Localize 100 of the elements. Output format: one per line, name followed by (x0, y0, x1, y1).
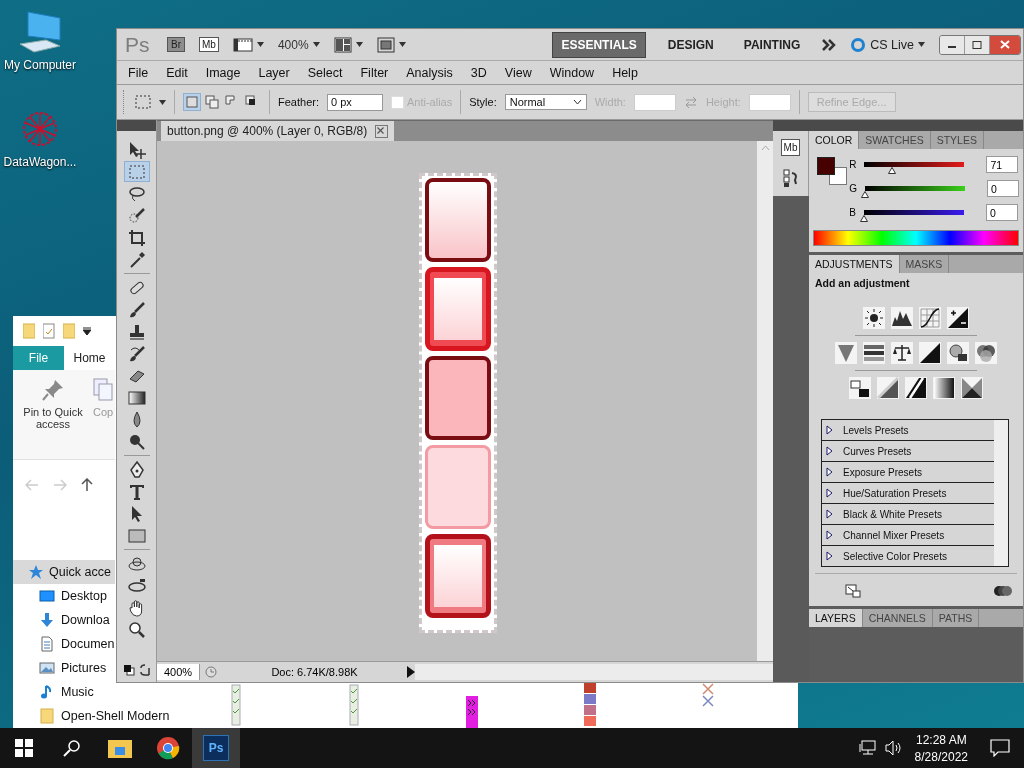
menu-item[interactable]: Edit (157, 65, 197, 80)
desktop-icon (39, 588, 55, 604)
panel-tab[interactable]: LAYERS (809, 609, 863, 627)
menu-item[interactable]: 3D (461, 65, 496, 80)
caret-icon (256, 42, 264, 47)
preset-list-item[interactable]: Curves Presets (822, 441, 994, 462)
workspace-button[interactable]: ESSENTIALS (552, 31, 646, 58)
ribbon-button-label[interactable]: Pin to Quick access (19, 406, 87, 430)
bridge-button[interactable]: Br (167, 37, 185, 52)
navigation-item[interactable]: Pictures (13, 656, 115, 680)
maximize-button[interactable] (965, 35, 990, 54)
mini-bridge-panel-button[interactable]: Mb (780, 139, 801, 156)
feather-field[interactable]: 0 px (326, 93, 383, 111)
brightness-icon[interactable] (863, 307, 885, 329)
slider-thumb[interactable] (859, 215, 868, 222)
navigation-item[interactable]: Music (13, 680, 115, 704)
gradient-map-icon[interactable] (933, 377, 955, 399)
clock[interactable]: 12:28 AM 8/28/2022 (914, 732, 968, 764)
close-button[interactable] (990, 35, 1020, 54)
panel-tab[interactable]: COLOR (809, 131, 860, 149)
list-scrollbar[interactable] (994, 420, 1008, 566)
menu-item[interactable]: File (119, 65, 158, 80)
desktop-icon-label[interactable]: My Computer (4, 58, 76, 72)
vibrance-icon[interactable] (835, 342, 857, 364)
zoom-field[interactable]: 400% (157, 664, 200, 680)
network-icon (858, 740, 877, 756)
navigation-item[interactable]: Open-Shell Modern (13, 704, 170, 728)
hue-bars-icon[interactable] (863, 342, 885, 364)
history-panel-icon (781, 168, 800, 188)
workspace-button[interactable]: DESIGN (659, 32, 722, 57)
close-tab-button[interactable] (375, 124, 389, 138)
expand-triangle-icon (826, 467, 833, 477)
preset-list-item[interactable]: Black & White Presets (822, 504, 994, 525)
caret-icon (355, 42, 363, 47)
photoshop-taskbar-button[interactable]: Ps (192, 728, 240, 768)
color-swatch-strip-icon (584, 683, 596, 728)
navigation-item[interactable]: Documen (13, 632, 115, 656)
histogram-icon[interactable] (891, 307, 913, 329)
style-dropdown[interactable]: Normal (504, 94, 587, 110)
menu-item[interactable]: Window (540, 65, 604, 80)
expand-view-icon (845, 584, 861, 598)
expand-triangle-icon (826, 551, 833, 561)
menu-item[interactable]: Image (196, 65, 250, 80)
preset-list-item[interactable]: Levels Presets (822, 420, 994, 441)
panel-tab[interactable]: ADJUSTMENTS (809, 255, 900, 273)
folder-icon (39, 708, 55, 724)
app-logo: Ps (125, 32, 151, 57)
horizontal-scrollbar[interactable] (415, 664, 773, 680)
navigation-item[interactable]: Downloa (13, 608, 115, 632)
marquee-icon (135, 95, 151, 109)
default-colors-icon (122, 664, 135, 676)
date-text: 8/28/2022 (914, 749, 968, 764)
cs-live-menu[interactable]: CS Live (850, 36, 925, 53)
color-spectrum-bar[interactable] (813, 230, 1019, 246)
panel-tab[interactable]: PATHS (932, 609, 980, 627)
menu-item[interactable]: Layer (249, 65, 299, 80)
slider-thumb[interactable] (861, 191, 869, 198)
search-icon (63, 739, 81, 757)
navigation-item[interactable]: Desktop (13, 584, 115, 608)
maximize-icon (972, 40, 982, 49)
menu-item[interactable]: Select (298, 65, 352, 80)
posterize-icon[interactable] (877, 377, 899, 399)
slider-thumb[interactable] (888, 167, 897, 174)
menu-item[interactable]: View (495, 65, 541, 80)
balance-scale-icon[interactable] (891, 342, 913, 364)
zoom-level-menu[interactable]: 400% (277, 37, 320, 52)
channel-mixer-icon[interactable] (975, 342, 997, 364)
workspace-button[interactable]: PAINTING (735, 32, 809, 57)
style-label: Style: (469, 96, 497, 108)
navigation-item[interactable]: Quick acce (13, 560, 115, 584)
ribbon-tab[interactable]: Home (64, 346, 115, 370)
clip-layers-icon (993, 584, 1013, 598)
exposure-icon[interactable] (947, 307, 969, 329)
invert-icon[interactable] (849, 377, 871, 399)
windows-logo-icon (15, 739, 33, 757)
menu-item[interactable]: Analysis (397, 65, 462, 80)
preset-list-item[interactable]: Exposure Presets (822, 462, 994, 483)
channel-value-field[interactable]: 0 (987, 180, 1019, 197)
preset-list-item[interactable]: Selective Color Presets (822, 546, 994, 566)
mini-bridge-button[interactable]: Mb (199, 37, 219, 52)
checkbox-strip-icon (231, 683, 241, 728)
menu-item[interactable]: Help (603, 65, 647, 80)
preset-list-item[interactable]: Hue/Saturation Presets (822, 483, 994, 504)
width-field[interactable] (633, 93, 676, 111)
height-field[interactable] (748, 93, 791, 111)
document-tab[interactable]: button.png @ 400% (Layer 0, RGB/8) (161, 121, 395, 141)
selective-color-icon[interactable] (961, 377, 983, 399)
camera-filter-icon[interactable] (947, 342, 969, 364)
desktop-icon-label[interactable]: DataWagon... (3, 155, 77, 169)
preset-list-item[interactable]: Channel Mixer Presets (822, 525, 994, 546)
curves-icon[interactable] (919, 307, 941, 329)
menu-item[interactable]: Filter (351, 65, 398, 80)
double-chevron-icon (822, 38, 837, 51)
threshold-icon[interactable] (905, 377, 927, 399)
expand-triangle-icon (826, 509, 833, 519)
minimize-button[interactable] (940, 35, 965, 54)
panel-tab[interactable]: CHANNELS (862, 609, 933, 627)
channel-value-field[interactable]: 71 (986, 156, 1019, 173)
channel-value-field[interactable]: 0 (985, 204, 1018, 221)
diagonal-split-icon[interactable] (919, 342, 941, 364)
